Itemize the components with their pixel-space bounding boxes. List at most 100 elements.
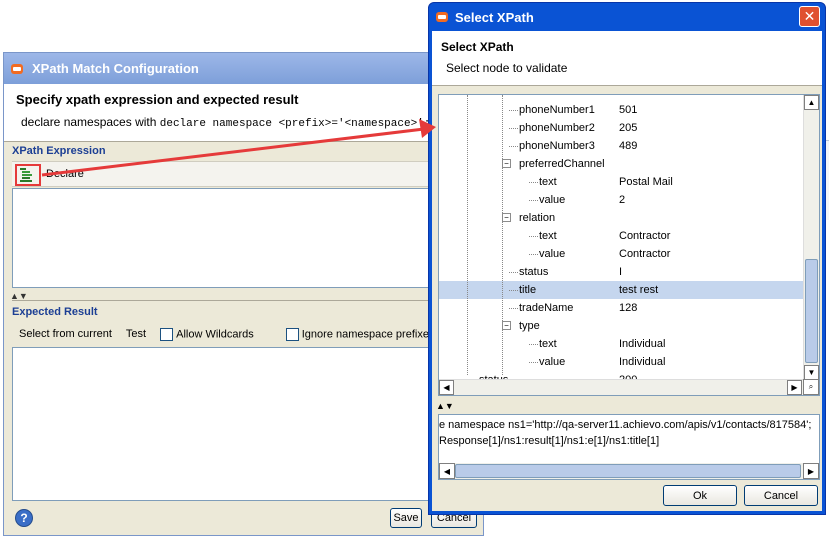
xpath-line-1: e namespace ns1='http://qa-server11.achi… (439, 419, 812, 431)
tree-row[interactable]: tradeName 128 (439, 299, 803, 317)
select-xpath-titlebar[interactable]: Select XPath (429, 3, 825, 31)
close-icon[interactable]: ✕ (799, 6, 820, 27)
tree-node-name: preferredChannel (519, 158, 605, 170)
tree-node-value: 128 (619, 302, 638, 314)
tree-connector (529, 200, 538, 201)
tree-row[interactable]: value Contractor (439, 245, 803, 263)
xpath-horizontal-scrollbar[interactable]: ◀ ▶ (439, 463, 819, 479)
tree-row[interactable]: − relation (439, 209, 803, 227)
tree-row[interactable]: title test rest (439, 281, 803, 299)
tree-node-name: text (539, 230, 557, 242)
scroll-right-icon[interactable]: ▶ (787, 380, 802, 395)
ok-button[interactable]: Ok (663, 485, 737, 506)
tree-node-name: phoneNumber2 (519, 122, 595, 134)
expected-result-input[interactable] (12, 347, 482, 501)
tree-row[interactable]: phoneNumber1 501 (439, 101, 803, 119)
collapse-node-icon[interactable]: − (502, 213, 511, 222)
splitter-arrows-icon[interactable]: ▲▼ (436, 401, 454, 411)
collapse-node-icon[interactable]: − (502, 321, 511, 330)
tree-node-value: test rest (619, 284, 659, 296)
tree-row[interactable]: value Individual (439, 353, 803, 371)
tree-node-value: Individual (619, 338, 666, 350)
tree-node-name: type (519, 320, 540, 332)
header-title: Specify xpath expression and expected re… (16, 92, 299, 107)
expected-result-heading: Expected Result (12, 306, 98, 318)
declare-namespace-icon (20, 168, 32, 182)
tree-row[interactable]: phoneNumber2 205 (439, 119, 803, 137)
tree-node-name: phoneNumber1 (519, 104, 595, 116)
tree-row[interactable]: text Postal Mail (439, 173, 803, 191)
tree-node-name: status (519, 266, 549, 278)
tree-node-value: 501 (619, 104, 638, 116)
tree-row[interactable]: text Contractor (439, 227, 803, 245)
test-button[interactable]: Test (126, 328, 146, 340)
tree-connector (509, 308, 518, 309)
tree-vertical-scrollbar[interactable]: ▲ ▼ (803, 95, 819, 381)
select-header-description: Select node to validate (446, 61, 568, 75)
tree-connector (509, 290, 518, 291)
tree-node-name: value (539, 356, 566, 368)
scroll-down-icon[interactable]: ▼ (804, 365, 819, 380)
tree-connector (509, 146, 518, 147)
xpath-dialog-title: XPath Match Configuration (32, 61, 199, 76)
tree-node-value: Postal Mail (619, 176, 673, 188)
tree-node-value: Contractor (619, 230, 671, 242)
expected-options-row: Select from current Test Allow Wildcards… (12, 324, 482, 344)
xpath-line-2: Response[1]/ns1:result[1]/ns1:e[1]/ns1:t… (439, 435, 660, 447)
select-header-title: Select XPath (441, 40, 514, 54)
tree-row[interactable]: value 2 (439, 191, 803, 209)
tree-connector (509, 128, 518, 129)
selected-xpath-display[interactable]: e namespace ns1='http://qa-server11.achi… (438, 414, 820, 480)
save-button[interactable]: Save (390, 508, 422, 528)
tree-connector (529, 344, 538, 345)
tree-connector (529, 182, 538, 183)
ignore-ns-checkbox[interactable] (285, 327, 299, 341)
ignore-ns-label: Ignore namespace prefixes (301, 327, 435, 340)
tree-node-name: tradeName (519, 302, 574, 314)
tree-connector (529, 254, 538, 255)
help-icon[interactable]: ? (15, 509, 33, 527)
scroll-left-icon[interactable]: ◀ (439, 380, 454, 395)
header-description: declare namespaces with declare namespac… (21, 115, 430, 130)
tree-node-name: value (539, 194, 566, 206)
tree-row[interactable]: − preferredChannel (439, 155, 803, 173)
scroll-right-icon[interactable]: ▶ (803, 463, 819, 479)
allow-wildcards-option[interactable]: Allow Wildcards (160, 327, 254, 341)
xpath-expression-input[interactable] (12, 188, 482, 288)
tree-row[interactable]: phoneNumber3 489 (439, 137, 803, 155)
magnifier-icon[interactable]: ⌕ (803, 379, 819, 395)
tree-connector (509, 272, 518, 273)
select-from-current-button[interactable]: Select from current (19, 328, 112, 340)
xpath-dialog-header: Specify xpath expression and expected re… (4, 84, 483, 142)
scroll-left-icon[interactable]: ◀ (439, 463, 455, 479)
node-tree[interactable]: phoneNumber1 501 phoneNumber2 205 phoneNumbe… (438, 94, 820, 396)
tree-node-name: phoneNumber3 (519, 140, 595, 152)
allow-wildcards-checkbox[interactable] (160, 327, 174, 341)
tree-row[interactable]: − type (439, 317, 803, 335)
tree-horizontal-scrollbar[interactable]: ◀ ▶ (439, 379, 803, 395)
tree-connector (509, 110, 518, 111)
tree-node-name: title (519, 284, 537, 296)
tree-guide-line (467, 95, 468, 375)
ignore-ns-option[interactable]: Ignore namespace prefixes (285, 327, 435, 341)
select-xpath-body: Select XPath Select node to validate pho… (432, 31, 822, 511)
tree-node-value: 2 (619, 194, 626, 206)
header-desc-code: declare namespace <prefix>='<namespace>'… (159, 118, 431, 130)
tree-connector (529, 236, 538, 237)
tree-guide-line (502, 95, 503, 375)
collapse-node-icon[interactable]: − (502, 159, 511, 168)
select-cancel-button[interactable]: Cancel (744, 485, 818, 506)
tree-node-value: 205 (619, 122, 638, 134)
tree-row[interactable]: status I (439, 263, 803, 281)
tree-row[interactable]: text Individual (439, 335, 803, 353)
declare-button[interactable] (15, 164, 41, 186)
header-desc-prefix: declare namespaces with (21, 115, 160, 129)
horizontal-scroll-thumb[interactable] (455, 464, 801, 478)
tree-node-value: I (619, 266, 623, 278)
scroll-up-icon[interactable]: ▲ (804, 95, 819, 110)
xpath-toolbar: Declare (12, 161, 482, 187)
vertical-scroll-thumb[interactable] (805, 259, 818, 363)
select-xpath-header: Select XPath Select node to validate (432, 31, 822, 86)
xpath-dialog-titlebar[interactable]: XPath Match Configuration (4, 53, 483, 84)
xpath-match-dialog: XPath Match Configuration Specify xpath … (3, 52, 484, 536)
